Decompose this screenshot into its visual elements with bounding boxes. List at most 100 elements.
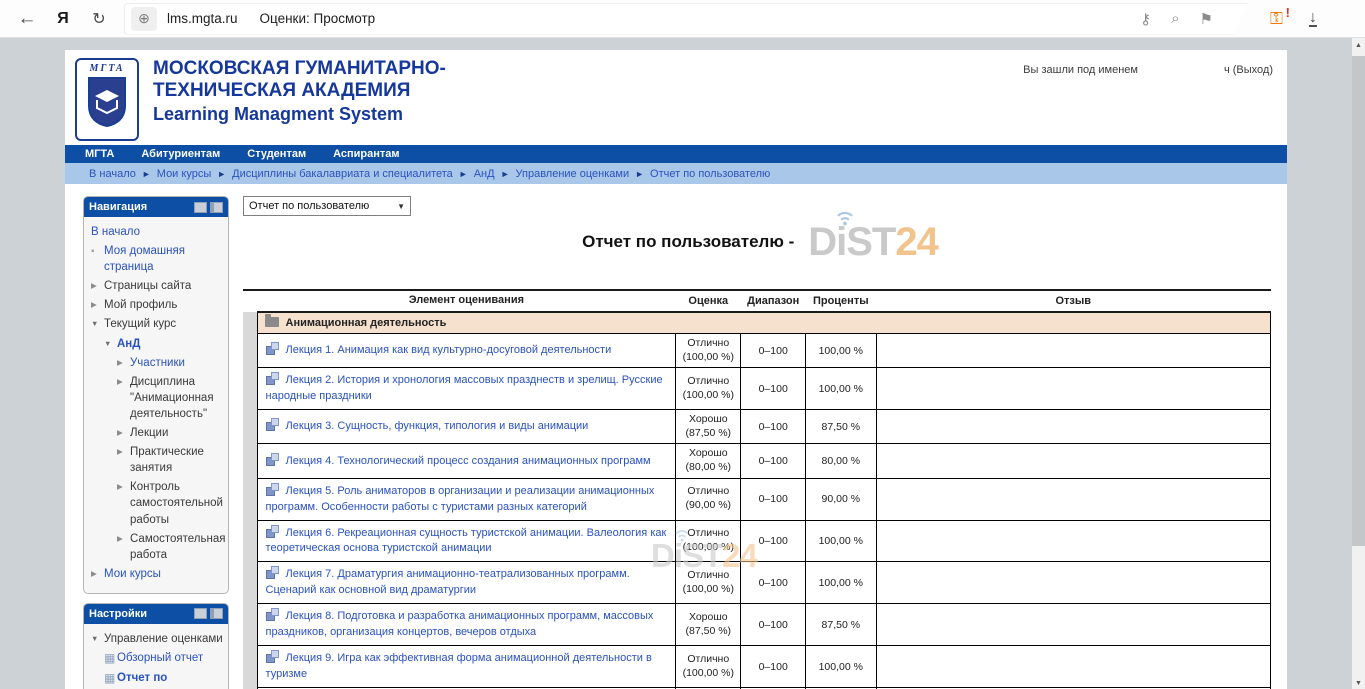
nav-tree-item[interactable]: Мои курсы (91, 566, 223, 582)
grade-item-link[interactable]: Лекция 3. Сущность, функция, типология и… (286, 420, 589, 432)
col-header-range: Диапазон (741, 290, 806, 312)
chevron-down-icon: ▼ (397, 202, 405, 211)
address-bar[interactable]: ⊕ lms.mgta.ru Оценки: Просмотр ⚷ ⌕ ⚑ (124, 3, 1248, 35)
navbar-item[interactable]: Абитуриентам (141, 148, 220, 160)
grade-item-link[interactable]: Лекция 7. Драматургия анимационно-театра… (266, 568, 630, 596)
breadcrumb-item: В начало (77, 168, 136, 180)
feedback-cell (876, 368, 1270, 410)
tree-toggle-icon (104, 670, 117, 687)
grade-item-link[interactable]: Лекция 2. История и хронология массовых … (266, 374, 663, 402)
table-header-row: Элемент оценивания Оценка Диапазон Проце… (243, 290, 1271, 312)
col-header-item: Элемент оценивания (257, 290, 676, 312)
breadcrumb-separator-icon: ► (635, 169, 644, 179)
nav-tree-item[interactable]: Мой профиль (91, 297, 223, 313)
nav-tree-item[interactable]: Лекции (91, 425, 223, 441)
scrollbar-up-icon[interactable]: ▲ (1352, 38, 1365, 52)
nav-tree-item[interactable]: Практические занятия (91, 444, 223, 476)
breadcrumb-link[interactable]: В начало (89, 168, 136, 180)
logout-link[interactable]: ч (Выход) (1224, 64, 1273, 76)
grade-cell: Отлично(100,00 %) (676, 520, 741, 562)
breadcrumb-link[interactable]: АнД (474, 168, 495, 180)
tree-toggle-icon (117, 425, 130, 441)
indent-cell (243, 478, 257, 520)
nav-tree-item[interactable]: АнД (91, 336, 223, 352)
grade-table: Элемент оценивания Оценка Диапазон Проце… (243, 289, 1271, 689)
nav-tree-item[interactable]: Страницы сайта (91, 278, 223, 294)
download-icon[interactable]: ↓ (1309, 11, 1317, 27)
navbar-item[interactable]: Студентам (247, 148, 306, 160)
grade-item-link[interactable]: Лекция 5. Роль аниматоров в организации … (266, 485, 655, 513)
grade-item-link[interactable]: Лекция 4. Технологический процесс создан… (286, 455, 651, 467)
navbar-item[interactable]: Аспирантам (333, 148, 399, 160)
nav-tree-item[interactable]: Моя домашняя страница (91, 243, 223, 275)
navbar-item[interactable]: МГТА (85, 148, 114, 160)
back-icon[interactable]: ← (12, 8, 42, 30)
grade-cell: Отлично(100,00 %) (676, 333, 741, 367)
wifi-icon (832, 208, 858, 226)
key-icon[interactable]: ⚷ (1140, 10, 1151, 28)
activity-icon (266, 418, 279, 431)
settings-tree-item[interactable]: Управление оценками (91, 631, 223, 647)
block-collapse-icon[interactable] (194, 202, 207, 213)
alert-badge: ! (1286, 5, 1290, 20)
bookmark-icon[interactable]: ⚑ (1200, 10, 1213, 28)
feedback-cell (876, 333, 1270, 367)
nav-tree-item[interactable]: Самостоятельная работа (91, 531, 223, 563)
percent-cell: 100,00 % (806, 520, 877, 562)
report-type-select[interactable]: Отчет по пользователю ▼ (243, 196, 411, 216)
grade-table-wrap: Элемент оценивания Оценка Диапазон Проце… (243, 289, 1277, 689)
grade-cell: Отлично(100,00 %) (676, 562, 741, 604)
scrollbar-down-icon[interactable]: ▼ (1352, 680, 1365, 687)
block-dock-icon[interactable] (210, 202, 223, 213)
activity-icon (266, 453, 279, 466)
nav-tree-item[interactable]: Текущий курс (91, 316, 223, 332)
indent-cell (243, 604, 257, 646)
breadcrumb-link[interactable]: Управление оценками (516, 168, 630, 180)
page-body: Навигация В начало (65, 184, 1287, 689)
tree-toggle-icon (104, 336, 117, 352)
nav-tree-item-label: Мои курсы (104, 566, 161, 582)
tree-toggle-icon (117, 531, 130, 547)
table-row: Лекция 9. Игра как эффективная форма ани… (243, 646, 1271, 688)
nav-tree-item[interactable]: В начало (91, 224, 223, 240)
activity-icon (266, 566, 279, 579)
grade-item-link[interactable]: Лекция 9. Игра как эффективная форма ани… (266, 652, 652, 680)
password-alert-icon[interactable]: ⚿! (1270, 9, 1283, 29)
settings-block-header: Настройки (84, 604, 228, 624)
nav-tree-item-label: АнД (117, 336, 140, 352)
grade-cell: Отлично(100,00 %) (676, 368, 741, 410)
login-info: Вы зашли под именем ч (Выход) (1023, 64, 1273, 76)
breadcrumb-link[interactable]: Отчет по пользователю (650, 168, 770, 180)
tree-toggle-icon (91, 278, 104, 294)
refresh-icon[interactable]: ↻ (84, 9, 114, 29)
globe-icon: ⊕ (131, 7, 157, 31)
scrollbar[interactable]: ▲ ▼ (1352, 38, 1365, 689)
activity-icon (266, 483, 279, 496)
grade-item-link[interactable]: Лекция 8. Подготовка и разработка анимац… (266, 610, 654, 638)
nav-tree-item-label: Текущий курс (104, 316, 176, 332)
nav-tree-item[interactable]: Участники (91, 355, 223, 371)
percent-cell: 80,00 % (806, 444, 877, 478)
table-row: Лекция 7. Драматургия анимационно-театра… (243, 562, 1271, 604)
activity-icon (266, 372, 279, 385)
navigation-block: Навигация В начало (83, 196, 229, 594)
nav-tree-item-label: Страницы сайта (104, 278, 191, 294)
grade-item-link[interactable]: Лекция 1. Анимация как вид культурно-дос… (286, 344, 612, 356)
zoom-search-icon[interactable]: ⌕ (1171, 10, 1179, 27)
browser-toolbar: ← Я ↻ ⊕ lms.mgta.ru Оценки: Просмотр ⚷ ⌕… (0, 0, 1365, 38)
block-dock-icon[interactable] (210, 608, 223, 619)
org-title-line2: ТЕХНИЧЕСКАЯ АКАДЕМИЯ (153, 80, 446, 102)
breadcrumb-link[interactable]: Мои курсы (157, 168, 211, 180)
scrollbar-thumb[interactable] (1352, 56, 1365, 546)
breadcrumb-link[interactable]: Дисциплины бакалавриата и специалитета (232, 168, 453, 180)
range-cell: 0–100 (741, 520, 806, 562)
nav-tree-item[interactable]: Дисциплина "Анимационная деятельность" (91, 374, 223, 422)
grade-item-cell: Лекция 8. Подготовка и разработка анимац… (257, 604, 676, 646)
settings-tree-item[interactable]: Обзорный отчет (91, 650, 223, 667)
block-collapse-icon[interactable] (194, 608, 207, 619)
yandex-icon[interactable]: Я (48, 10, 78, 28)
settings-tree-item[interactable]: Отчет по пользователю (91, 670, 223, 689)
grade-item-link[interactable]: Лекция 6. Рекреационная сущность туристс… (266, 527, 667, 555)
nav-tree-item[interactable]: Контроль самостоятельной работы (91, 479, 223, 527)
logo-abbr-text: МГТА (89, 63, 124, 74)
